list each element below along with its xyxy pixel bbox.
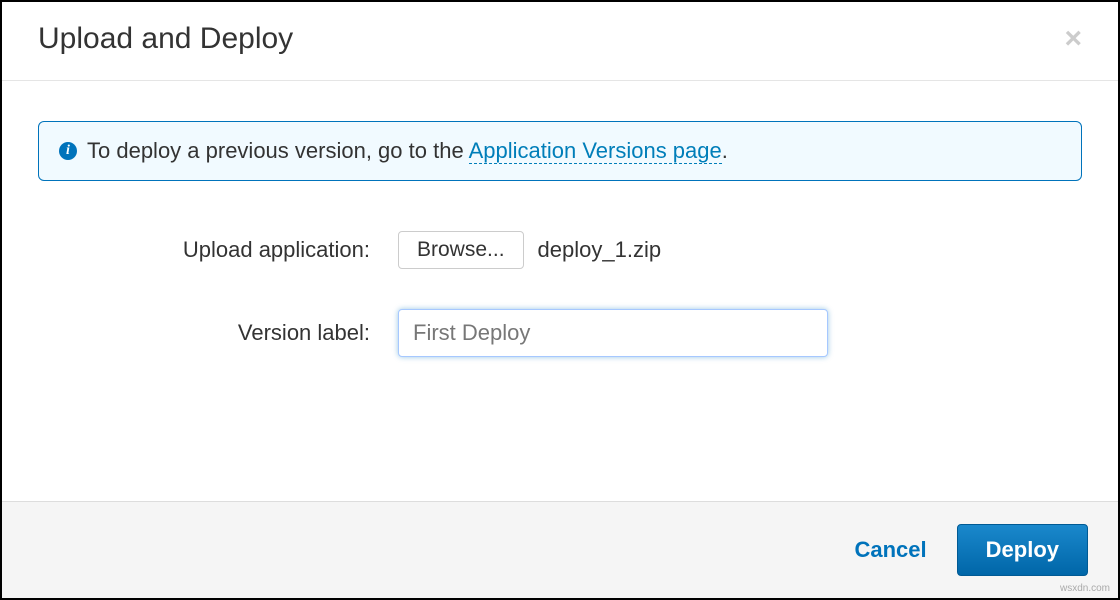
modal-title: Upload and Deploy (38, 22, 293, 56)
modal-body: i To deploy a previous version, go to th… (2, 81, 1118, 501)
info-text: To deploy a previous version, go to the … (87, 138, 728, 164)
modal-footer: Cancel Deploy (2, 501, 1118, 598)
selected-file-name: deploy_1.zip (538, 237, 662, 263)
deploy-button[interactable]: Deploy (957, 524, 1088, 576)
version-label-row: Version label: (38, 309, 1082, 357)
info-icon: i (59, 142, 77, 160)
application-versions-link[interactable]: Application Versions page (469, 138, 722, 164)
upload-application-label: Upload application: (38, 237, 398, 263)
upload-application-row: Upload application: Browse... deploy_1.z… (38, 231, 1082, 269)
upload-deploy-modal: Upload and Deploy × i To deploy a previo… (2, 2, 1118, 598)
close-icon[interactable]: × (1058, 24, 1088, 54)
info-text-suffix: . (722, 138, 728, 163)
modal-header: Upload and Deploy × (2, 2, 1118, 81)
info-alert: i To deploy a previous version, go to th… (38, 121, 1082, 181)
watermark: wsxdn.com (1060, 583, 1110, 594)
version-label-label: Version label: (38, 320, 398, 346)
version-label-input[interactable] (398, 309, 828, 357)
info-text-prefix: To deploy a previous version, go to the (87, 138, 469, 163)
browse-button[interactable]: Browse... (398, 231, 524, 269)
cancel-button[interactable]: Cancel (854, 537, 926, 563)
